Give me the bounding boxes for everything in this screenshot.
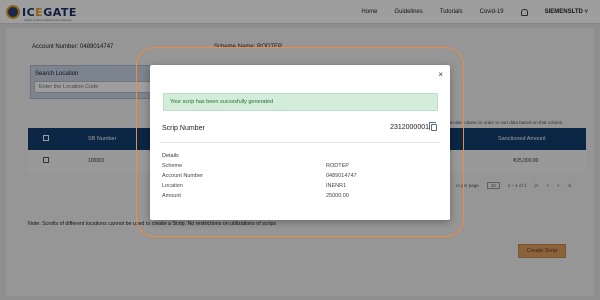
detail-value-location: INENR1: [326, 183, 347, 189]
success-alert: Your scrip has been succesfully generate…: [163, 93, 438, 111]
detail-label-location: Location: [162, 183, 183, 189]
detail-label-amount: Amount: [162, 193, 181, 199]
detail-value-scheme: RODTEP: [326, 163, 349, 169]
close-icon[interactable]: ×: [438, 71, 443, 79]
detail-value-amount: 25000.00: [326, 193, 349, 199]
scrip-generated-dialog: × Your scrip has been succesfully genera…: [150, 65, 450, 220]
detail-label-scheme: Scheme: [162, 163, 183, 169]
scrip-number-value: 2312000001: [390, 122, 437, 131]
details-title: Details: [162, 153, 179, 159]
detail-value-account-number: 0489014747: [326, 173, 357, 179]
divider: [160, 142, 440, 143]
scrip-number-label: Scrip Number: [162, 125, 205, 132]
copy-icon[interactable]: [429, 122, 437, 131]
scrip-number-text: 2312000001: [390, 124, 429, 131]
detail-label-account-number: Account Number: [162, 173, 203, 179]
